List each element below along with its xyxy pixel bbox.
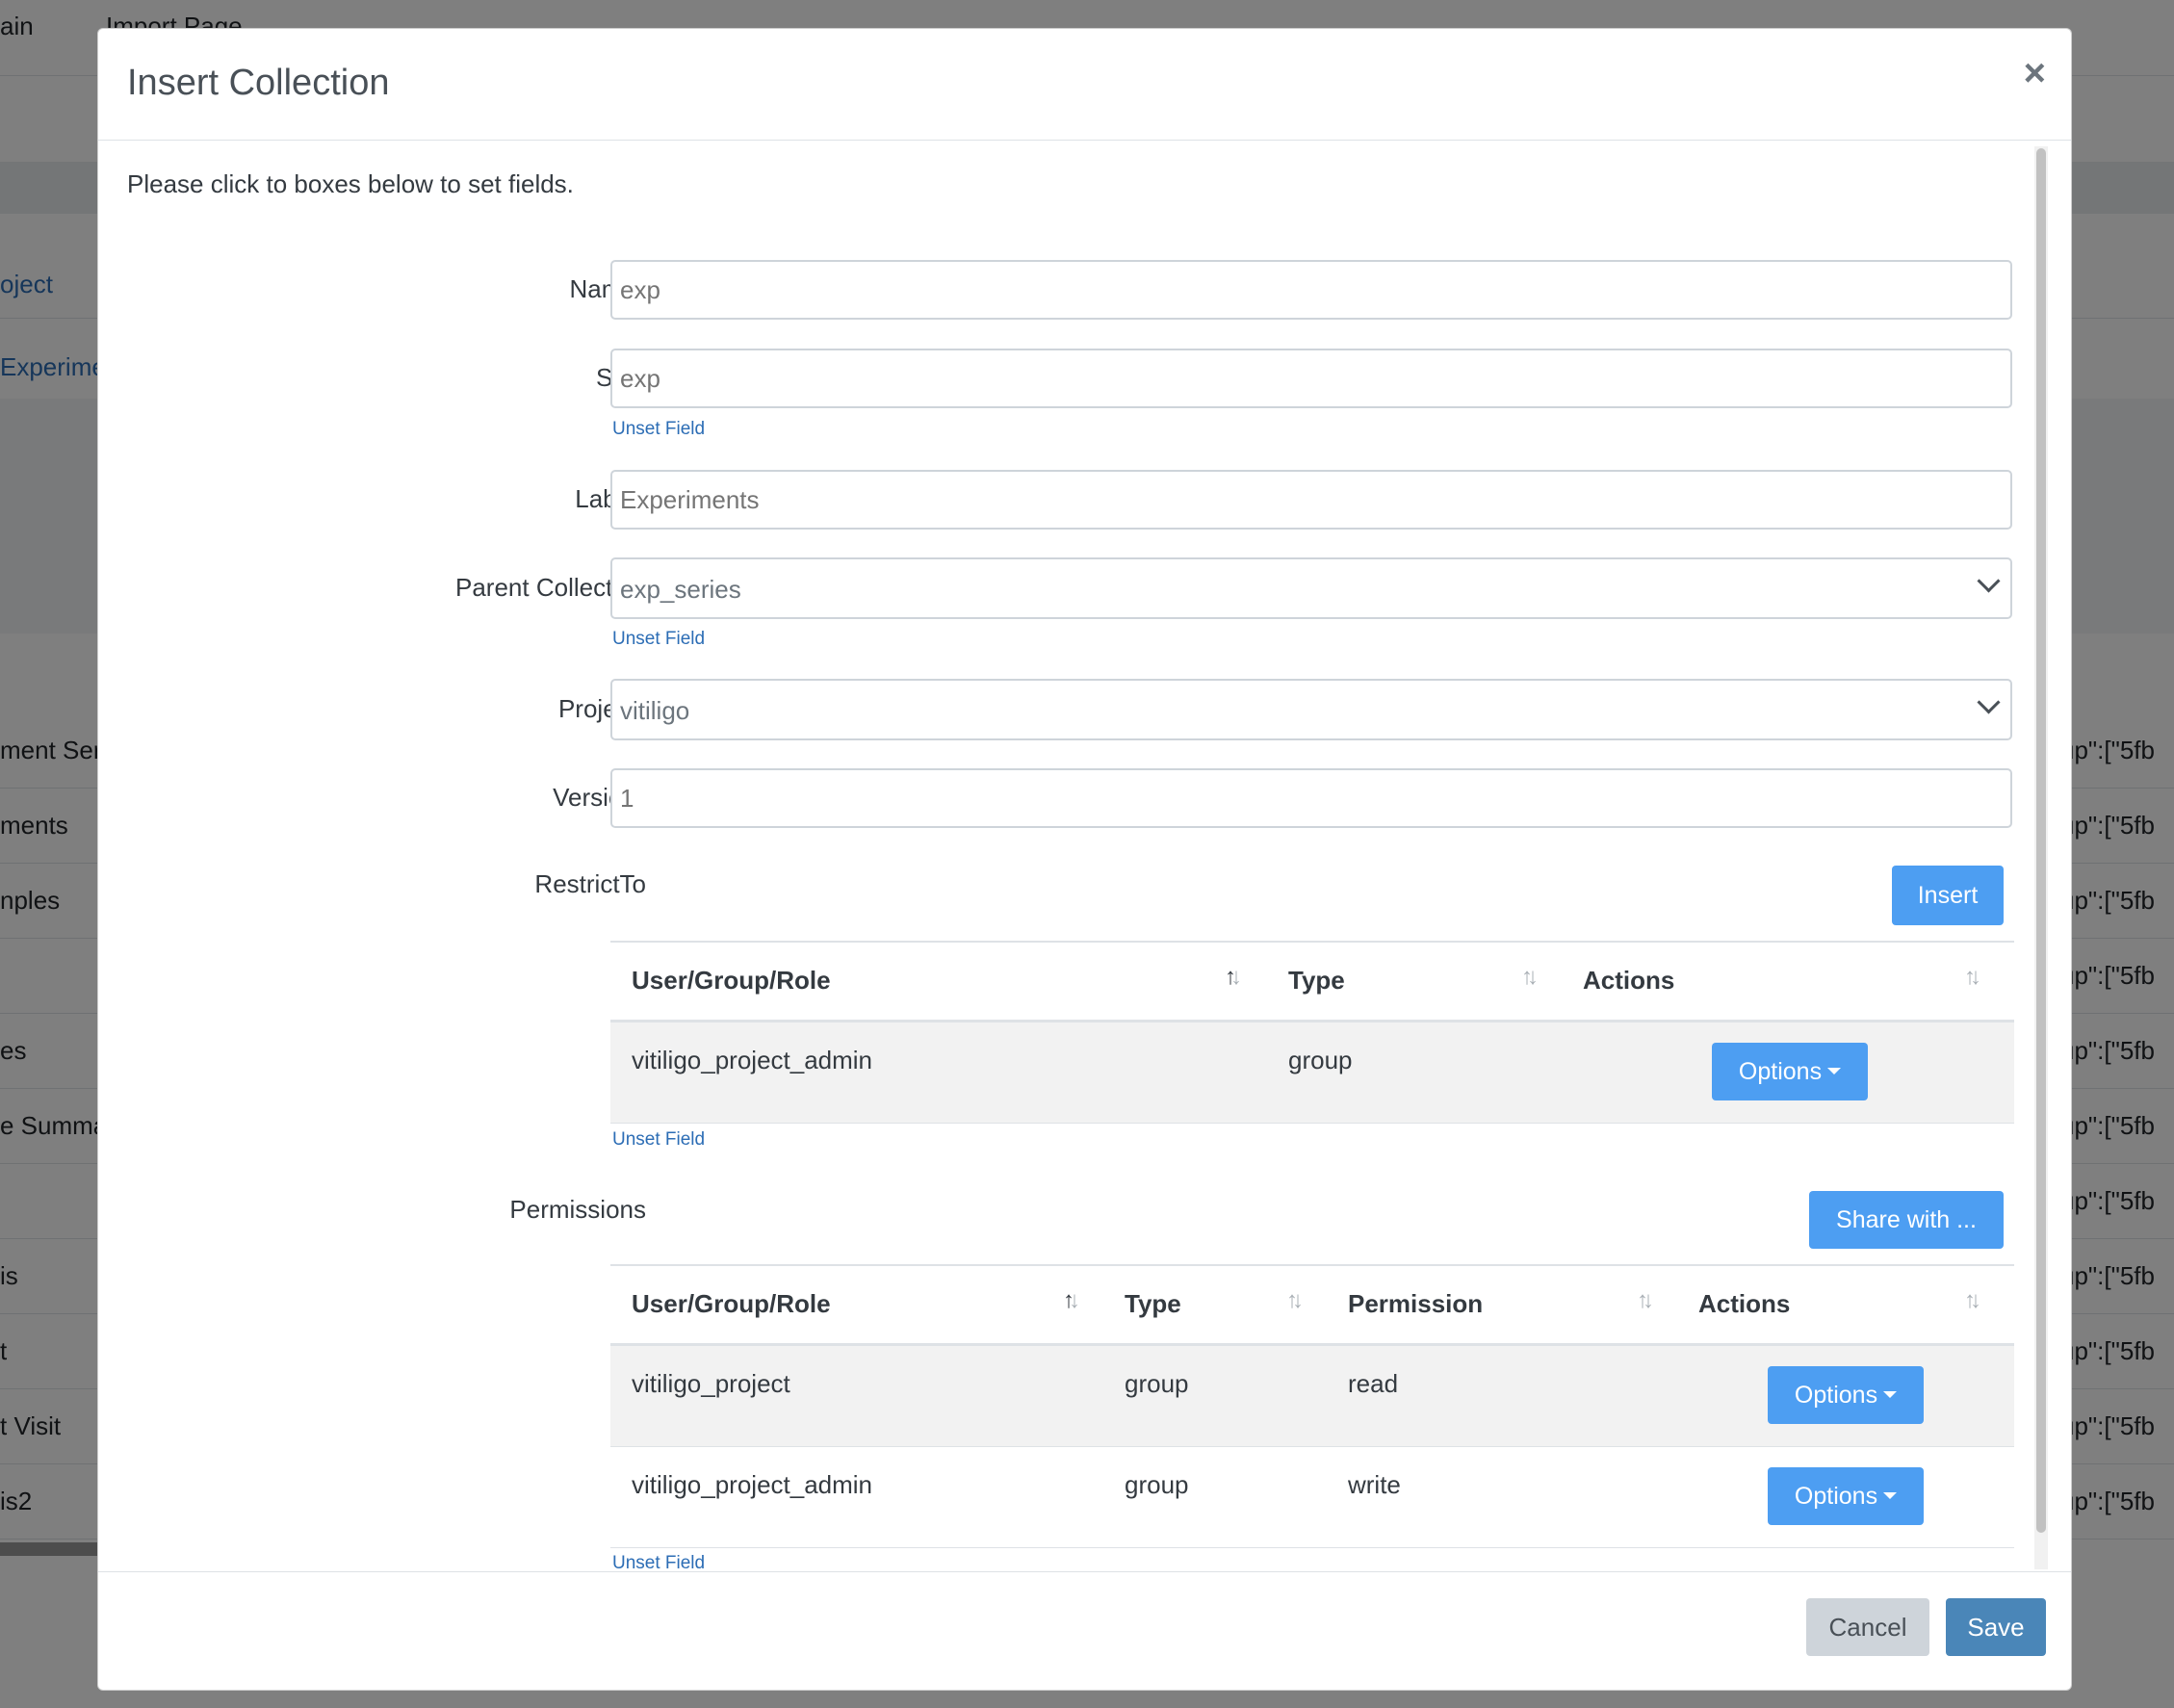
sort-icon[interactable]: ↑↓ <box>1637 1287 1654 1314</box>
sort-down-icon: ↓ <box>1970 1287 1981 1313</box>
sort-down-icon: ↓ <box>1292 1287 1304 1313</box>
chevron-down-icon <box>1977 690 2001 714</box>
sort-icon[interactable]: ↑↓ <box>1286 1287 1304 1314</box>
intro-text: Please click to boxes below to set field… <box>127 169 574 198</box>
restrictto-unset-link[interactable]: Unset Field <box>612 1129 705 1151</box>
parent-collection-select[interactable]: exp_series <box>610 557 2012 619</box>
share-with-button[interactable]: Share with ... <box>1809 1191 2004 1249</box>
options-button[interactable]: Options <box>1712 1043 1868 1100</box>
modal-footer: Cancel Save <box>98 1571 2071 1690</box>
permissions-unset-link[interactable]: Unset Field <box>612 1553 705 1571</box>
scrollbar-thumb[interactable] <box>2036 148 2046 1533</box>
row-user: vitiligo_project_admin <box>632 1046 873 1074</box>
column-header-permission[interactable]: Permission <box>1348 1289 1483 1319</box>
chevron-down-icon <box>1977 569 2001 593</box>
sort-down-icon: ↓ <box>1069 1287 1080 1313</box>
save-button[interactable]: Save <box>1946 1598 2046 1656</box>
insert-button[interactable]: Insert <box>1892 866 2004 925</box>
sort-icon[interactable]: ↑↓ <box>1225 964 1242 991</box>
column-header-type[interactable]: Type <box>1288 966 1345 996</box>
permissions-table: User/Group/Role ↑↓ Type ↑↓ Permission ↑↓… <box>610 1264 2014 1548</box>
restrictto-label: RestrictTo <box>534 869 646 898</box>
options-label: Options <box>1794 1381 1878 1409</box>
column-header-type[interactable]: Type <box>1125 1289 1181 1319</box>
table-row: vitiligo_project_admin group Options <box>610 1022 2014 1124</box>
caret-down-icon <box>1827 1067 1842 1074</box>
table-row: vitiligo_project_admin group write Optio… <box>610 1447 2014 1548</box>
table-header: User/Group/Role ↑↓ Type ↑↓ Actions ↑↓ <box>610 943 2014 1022</box>
sort-down-icon: ↓ <box>1643 1287 1654 1313</box>
modal-title: Insert Collection <box>127 63 390 103</box>
modal-body: Please click to boxes below to set field… <box>98 141 2071 1571</box>
version-field[interactable] <box>610 768 2012 828</box>
column-header-user[interactable]: User/Group/Role <box>632 966 831 996</box>
sort-down-icon: ↓ <box>1230 964 1242 990</box>
row-permission: write <box>1348 1470 1401 1499</box>
options-label: Options <box>1738 1057 1823 1085</box>
parent-unset-link[interactable]: Unset Field <box>612 629 705 650</box>
row-permission: read <box>1348 1369 1399 1398</box>
row-type: group <box>1125 1369 1189 1398</box>
column-header-actions[interactable]: Actions <box>1583 966 1674 996</box>
options-label: Options <box>1794 1482 1878 1510</box>
sort-icon[interactable]: ↑↓ <box>1964 1287 1981 1314</box>
column-header-user[interactable]: User/Group/Role <box>632 1289 831 1319</box>
sort-icon[interactable]: ↑↓ <box>1521 964 1539 991</box>
row-user: vitiligo_project_admin <box>632 1470 873 1499</box>
slug-field[interactable] <box>610 349 2012 408</box>
table-header: User/Group/Role ↑↓ Type ↑↓ Permission ↑↓… <box>610 1266 2014 1346</box>
name-field[interactable] <box>610 260 2012 320</box>
row-user: vitiligo_project <box>632 1369 790 1398</box>
restrictto-table: User/Group/Role ↑↓ Type ↑↓ Actions ↑↓ vi… <box>610 941 2014 1124</box>
sort-down-icon: ↓ <box>1527 964 1539 990</box>
table-row: vitiligo_project group read Options <box>610 1346 2014 1447</box>
modal-header: Insert Collection × <box>98 29 2071 141</box>
row-type: group <box>1288 1046 1353 1074</box>
sort-icon[interactable]: ↑↓ <box>1964 964 1981 991</box>
insert-collection-modal: Insert Collection × Please click to boxe… <box>97 28 2072 1691</box>
parent-collection-value: exp_series <box>620 575 741 604</box>
caret-down-icon <box>1883 1491 1898 1499</box>
cancel-button[interactable]: Cancel <box>1806 1598 1929 1656</box>
permissions-label: Permissions <box>509 1195 646 1224</box>
project-value: vitiligo <box>620 696 690 725</box>
slug-unset-link[interactable]: Unset Field <box>612 419 705 440</box>
label-field[interactable] <box>610 470 2012 530</box>
column-header-actions[interactable]: Actions <box>1698 1289 1790 1319</box>
options-button[interactable]: Options <box>1768 1366 1924 1424</box>
project-select[interactable]: vitiligo <box>610 679 2012 740</box>
options-button[interactable]: Options <box>1768 1467 1924 1525</box>
modal-scrollbar[interactable] <box>2034 146 2048 1569</box>
row-type: group <box>1125 1470 1189 1499</box>
caret-down-icon <box>1883 1390 1898 1398</box>
close-icon[interactable]: × <box>2024 54 2046 92</box>
sort-down-icon: ↓ <box>1970 964 1981 990</box>
sort-icon[interactable]: ↑↓ <box>1063 1287 1080 1314</box>
